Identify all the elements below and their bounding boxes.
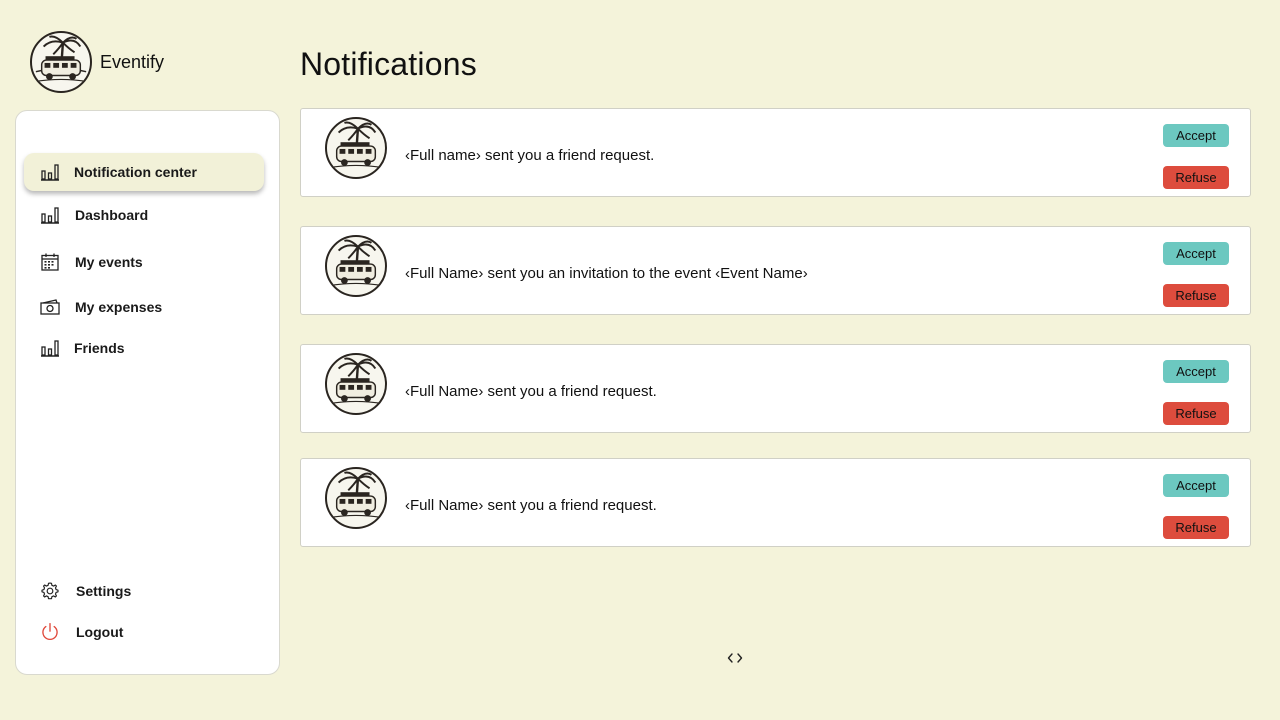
calendar-icon — [40, 252, 60, 272]
refuse-button[interactable]: Refuse — [1163, 284, 1229, 307]
code-brackets-icon[interactable] — [724, 648, 746, 668]
bar-chart-icon — [40, 205, 60, 225]
notification-text: ‹Full name› sent you a friend request. — [405, 147, 655, 164]
palm-van-logo — [30, 31, 92, 93]
notification-text: ‹Full Name› sent you an invitation to th… — [405, 265, 808, 282]
avatar — [325, 467, 387, 529]
app-name: Eventify — [100, 51, 165, 72]
accept-button[interactable]: Accept — [1163, 360, 1229, 383]
notification-card: ‹Full Name› sent you an invitation to th… — [300, 226, 1251, 315]
cash-icon — [40, 297, 60, 317]
sidebar-item-my-expenses[interactable]: My expenses — [24, 288, 264, 326]
notification-card: ‹Full name› sent you a friend request. A… — [300, 108, 1251, 197]
notification-text: ‹Full Name› sent you a friend request. — [405, 383, 657, 400]
power-icon — [40, 622, 60, 642]
accept-button[interactable]: Accept — [1163, 124, 1229, 147]
sidebar-item-label: My expenses — [75, 299, 163, 315]
avatar — [325, 235, 387, 297]
refuse-button[interactable]: Refuse — [1163, 166, 1229, 189]
settings-label: Settings — [76, 583, 132, 599]
brand[interactable]: Eventify — [30, 31, 164, 93]
refuse-button[interactable]: Refuse — [1163, 516, 1229, 539]
sidebar-item-label: Notification center — [74, 164, 197, 180]
gear-icon — [40, 581, 60, 601]
accept-button[interactable]: Accept — [1163, 474, 1229, 497]
sidebar-item-label: Friends — [74, 340, 125, 356]
logout-link[interactable]: Logout — [24, 613, 264, 651]
logout-label: Logout — [76, 624, 124, 640]
sidebar-item-label: Dashboard — [75, 207, 149, 223]
refuse-button[interactable]: Refuse — [1163, 402, 1229, 425]
accept-button[interactable]: Accept — [1163, 242, 1229, 265]
settings-link[interactable]: Settings — [24, 572, 264, 610]
sidebar: Notification center Dashboard My events … — [15, 110, 280, 675]
notification-card: ‹Full Name› sent you a friend request. A… — [300, 344, 1251, 433]
sidebar-item-dashboard[interactable]: Dashboard — [24, 196, 264, 234]
notification-text: ‹Full Name› sent you a friend request. — [405, 497, 657, 514]
notification-card: ‹Full Name› sent you a friend request. A… — [300, 458, 1251, 547]
sidebar-item-label: My events — [75, 254, 143, 270]
sidebar-item-notification-center[interactable]: Notification center — [24, 153, 264, 191]
bar-chart-icon — [40, 162, 60, 182]
avatar — [325, 353, 387, 415]
sidebar-item-friends[interactable]: Friends — [24, 329, 264, 367]
sidebar-item-my-events[interactable]: My events — [24, 243, 264, 281]
bar-chart-icon — [40, 338, 60, 358]
page-title: Notifications — [300, 46, 477, 82]
avatar — [325, 117, 387, 179]
